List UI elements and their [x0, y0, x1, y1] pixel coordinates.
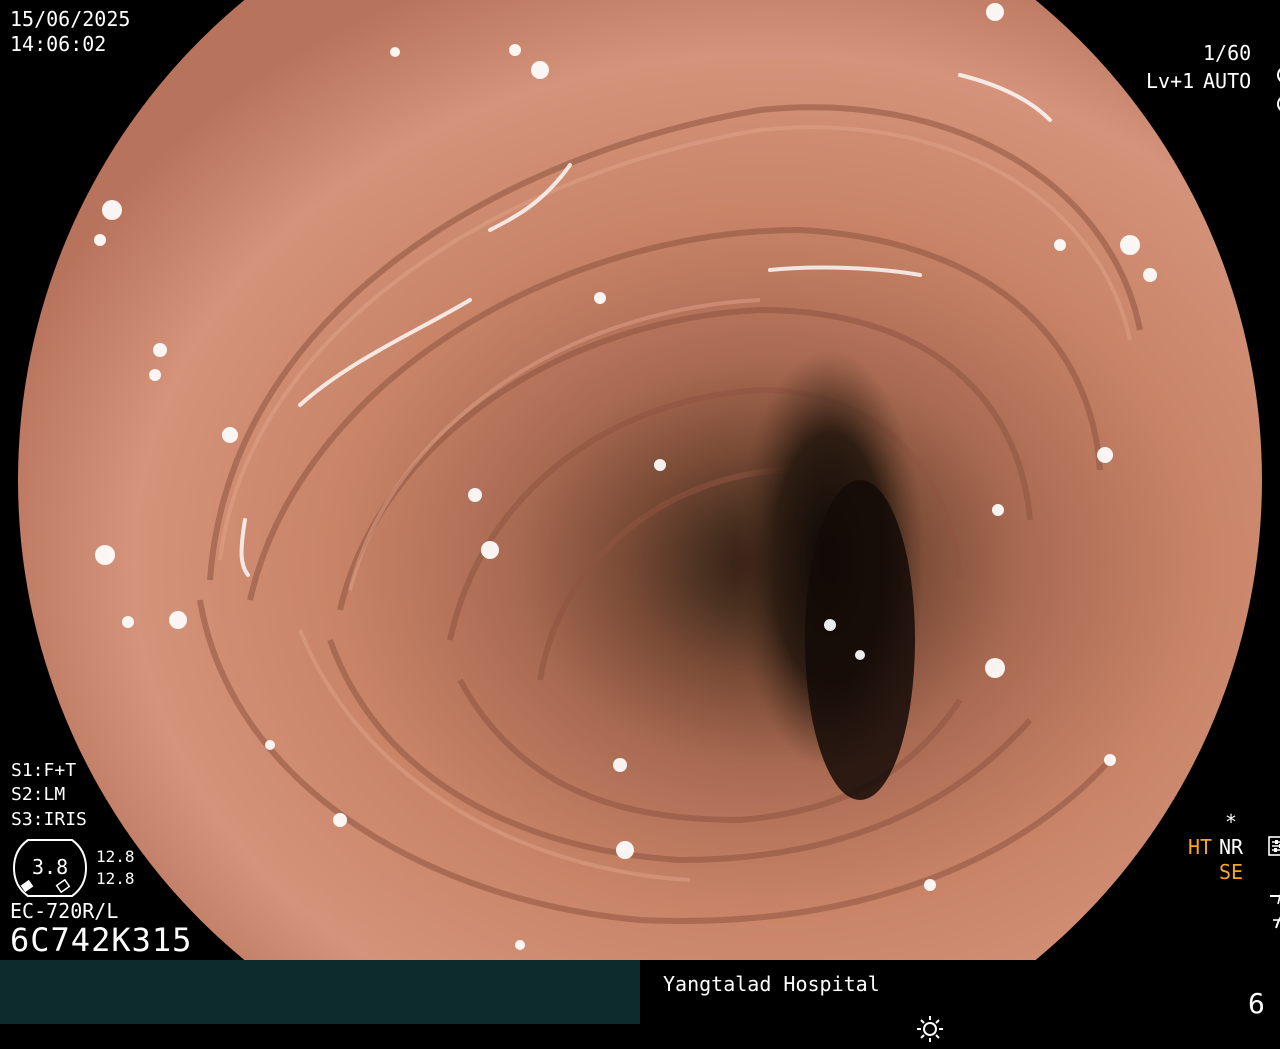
s2-value: LM [43, 784, 66, 805]
s1-value: F+T [43, 760, 77, 781]
date-label: 15/06/2025 [10, 7, 131, 31]
nr-label: NR [1219, 835, 1244, 859]
s2-setting: S2:LM [11, 782, 65, 807]
bottom-bar-left [0, 960, 640, 1024]
sliders-icon [1244, 812, 1280, 861]
gauge-bottom: 12.8 [96, 869, 135, 888]
auto-label: AUTO [1203, 69, 1252, 93]
s1-key: S1: [11, 760, 44, 781]
gauge-top: 12.8 [96, 847, 135, 866]
f-curve-icon [1246, 886, 1280, 935]
iris-icon [1252, 70, 1280, 119]
s3-setting: S3:IRIS [11, 807, 87, 832]
s1-setting: S1:F+T [11, 758, 76, 783]
star-label: * [1225, 810, 1238, 834]
serial-label: 6C742K315 [10, 921, 193, 959]
s3-key: S3: [11, 809, 44, 830]
sun-icon [891, 990, 945, 1049]
model-label: EC-720R/L [10, 899, 119, 923]
hospital-label: Yangtalad Hospital [663, 972, 880, 996]
endoscopy-image [18, 0, 1262, 1024]
se-label: SE [1219, 860, 1244, 884]
s3-value: IRIS [43, 809, 87, 830]
shutter-label: 1/60 [1203, 41, 1252, 65]
ht-label: HT [1188, 835, 1213, 859]
time-label: 14:06:02 [10, 32, 107, 56]
level-label: Lv+1 [1146, 69, 1195, 93]
s2-key: S2: [11, 784, 44, 805]
count-label: 6 [1248, 987, 1265, 1020]
gauge-value: 3.8 [32, 855, 69, 879]
